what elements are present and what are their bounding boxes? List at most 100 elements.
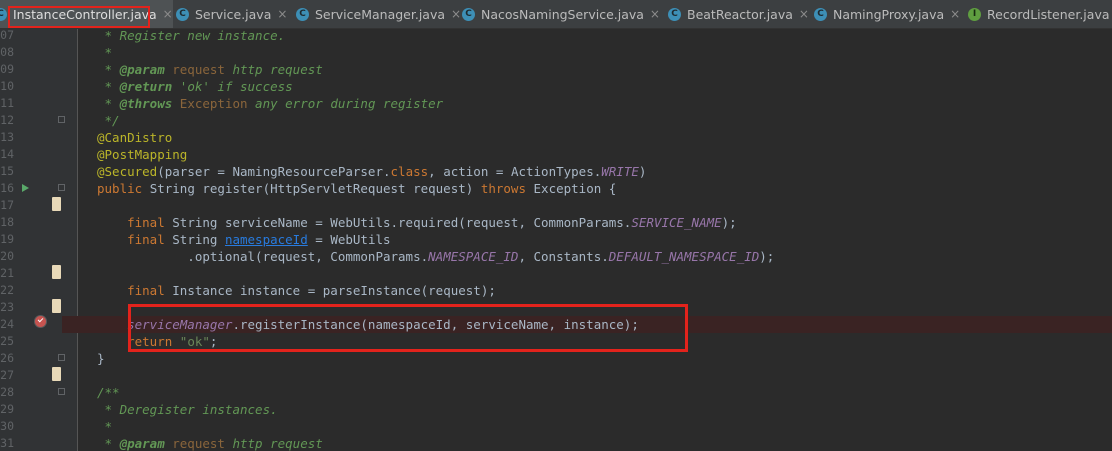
code-token: * Deregister instances. (97, 402, 278, 417)
code-text: return "ok"; (97, 333, 217, 350)
code-token: * (97, 45, 113, 60)
code-token: * (97, 79, 120, 94)
code-token: .registerInstance(namespaceId, serviceNa… (232, 317, 639, 332)
code-token: http request (224, 436, 323, 451)
line-number: 10 (0, 79, 14, 93)
line-number: 16 (0, 181, 14, 195)
code-token: namespaceId (224, 232, 308, 247)
code-text: * @param request http request (97, 61, 323, 78)
line-number: 11 (0, 96, 14, 110)
code-token: @return (119, 79, 173, 94)
code-token: return (127, 334, 180, 349)
code-line[interactable]: 26} (0, 350, 1112, 367)
code-token: ) (638, 164, 647, 179)
code-text: final String serviceName = WebUtils.requ… (97, 214, 737, 231)
ide-editor-window: CInstanceController.java×CService.java×C… (0, 0, 1112, 451)
code-token: Exception { (533, 181, 617, 196)
code-text: * (97, 418, 113, 435)
code-line[interactable]: 16 public String register(HttpServletRequ… (0, 180, 1112, 197)
code-text: .optional(request, CommonParams.NAMESPAC… (97, 248, 774, 265)
code-token: final (127, 283, 173, 298)
code-token: serviceManager (97, 317, 233, 332)
code-token: request (164, 62, 225, 77)
code-line[interactable]: 12 */ (0, 112, 1112, 129)
code-line-breakpoint[interactable]: 24 serviceManager.registerInstance(names… (0, 316, 1112, 333)
code-line[interactable]: 21 (0, 265, 1112, 282)
line-number: 31 (0, 436, 14, 450)
fold-icon[interactable] (58, 184, 65, 191)
code-token: DEFAULT_NAMESPACE_ID (608, 249, 760, 264)
code-line[interactable]: 19 final String namespaceId = WebUtils (0, 231, 1112, 248)
code-text: * @param request http request (97, 435, 323, 451)
line-number: 18 (0, 215, 14, 229)
code-token: @param (119, 62, 165, 77)
code-token: @Secured (97, 164, 158, 179)
line-number: 13 (0, 130, 14, 144)
line-number: 07 (0, 28, 14, 42)
code-token: @CanDistro (97, 130, 173, 145)
code-line[interactable]: 27 (0, 367, 1112, 384)
line-number: 21 (0, 266, 14, 280)
code-line[interactable]: 25 return "ok"; (0, 333, 1112, 350)
code-line[interactable]: 31 * @param request http request (0, 435, 1112, 451)
code-text: } (97, 350, 105, 367)
code-line[interactable]: 20 .optional(request, CommonParams.NAMES… (0, 248, 1112, 265)
code-token: } (97, 351, 105, 366)
code-line[interactable]: 28 /** (0, 384, 1112, 401)
code-token: * Register new instance. (97, 28, 286, 43)
code-line[interactable]: 22 final Instance instance = parseInstan… (0, 282, 1112, 299)
code-line[interactable]: 09 * @param request http request (0, 61, 1112, 78)
code-line[interactable]: 14 @PostMapping (0, 146, 1112, 163)
code-text: final Instance instance = parseInstance(… (97, 282, 496, 299)
code-token: */ (97, 113, 120, 128)
line-number: 22 (0, 283, 14, 297)
code-editor[interactable]: 07 * Register new instance. 08 * 09 * @par… (0, 0, 1112, 451)
code-token: (parser = NamingResourceParser. (157, 164, 391, 179)
code-token: ; (209, 334, 218, 349)
code-line[interactable]: 30 * (0, 418, 1112, 435)
code-text: * @throws Exception any error during reg… (97, 95, 444, 112)
code-token: * (97, 436, 120, 451)
code-text: public String register(HttpServletReques… (97, 180, 616, 197)
line-number: 17 (0, 198, 14, 212)
fold-icon[interactable] (58, 116, 65, 123)
code-line[interactable]: 23 (0, 299, 1112, 316)
code-line[interactable]: 07 * Register new instance. (0, 27, 1112, 44)
code-token: http request (224, 62, 323, 77)
code-token: public (97, 181, 150, 196)
code-line[interactable]: 15 @Secured(parser = NamingResourceParser… (0, 163, 1112, 180)
code-token: "ok" (179, 334, 210, 349)
code-token: @PostMapping (97, 147, 188, 162)
code-text: * Register new instance. (97, 27, 286, 44)
code-line[interactable]: 08 * (0, 44, 1112, 61)
code-text: */ (97, 112, 120, 129)
code-token: request (164, 436, 225, 451)
code-token: Exception (172, 96, 248, 111)
code-line[interactable]: 11 * @throws Exception any error during … (0, 95, 1112, 112)
code-token: String serviceName = WebUtils.required(r… (172, 215, 632, 230)
code-token: any error during register (247, 96, 444, 111)
code-token: * (97, 62, 120, 77)
code-line[interactable]: 18 final String serviceName = WebUtils.r… (0, 214, 1112, 231)
line-number: 20 (0, 249, 14, 263)
code-line[interactable]: 29 * Deregister instances. (0, 401, 1112, 418)
line-number: 08 (0, 45, 14, 59)
code-line[interactable]: 17 (0, 197, 1112, 214)
line-number: 24 (0, 317, 14, 331)
line-number: 25 (0, 334, 14, 348)
code-token: String (172, 232, 225, 247)
line-number: 09 (0, 62, 14, 76)
code-line[interactable]: 10 * @return 'ok' if success (0, 78, 1112, 95)
code-text: * @return 'ok' if success (97, 78, 293, 95)
fold-icon[interactable] (58, 354, 65, 361)
code-text: * Deregister instances. (97, 401, 278, 418)
code-token: 'ok' if success (172, 79, 293, 94)
code-token: .optional(request, CommonParams. (97, 249, 429, 264)
code-line[interactable]: 13 @CanDistro (0, 129, 1112, 146)
fold-icon[interactable] (58, 388, 65, 395)
code-token: throws (480, 181, 534, 196)
line-number: 14 (0, 147, 14, 161)
